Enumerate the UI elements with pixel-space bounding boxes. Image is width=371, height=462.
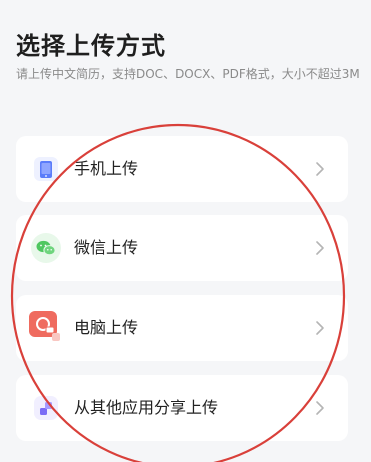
page-subtitle: 请上传中文简历，支持DOC、DOCX、PDF格式，大小不超过3M	[16, 67, 360, 81]
page-title: 选择上传方式	[16, 32, 166, 60]
upload-option-label: 从其他应用分享上传	[74, 398, 219, 417]
upload-option-share-other-app[interactable]: 从其他应用分享上传	[16, 375, 348, 441]
upload-option-computer[interactable]: 电脑上传	[16, 295, 348, 361]
upload-method-page: 选择上传方式 请上传中文简历，支持DOC、DOCX、PDF格式，大小不超过3M …	[0, 0, 371, 462]
chevron-right-icon	[316, 401, 324, 415]
upload-option-label: 微信上传	[74, 238, 139, 257]
upload-option-label: 电脑上传	[74, 318, 139, 337]
chevron-right-icon	[316, 321, 324, 335]
phone-icon	[30, 153, 62, 185]
chevron-right-icon	[316, 241, 324, 255]
upload-option-mobile[interactable]: 手机上传	[16, 136, 348, 202]
share-icon	[30, 392, 62, 424]
upload-option-label: 手机上传	[74, 159, 139, 178]
chevron-right-icon	[316, 162, 324, 176]
computer-icon	[28, 309, 62, 343]
wechat-icon	[30, 232, 62, 264]
upload-option-wechat[interactable]: 微信上传	[16, 215, 348, 281]
